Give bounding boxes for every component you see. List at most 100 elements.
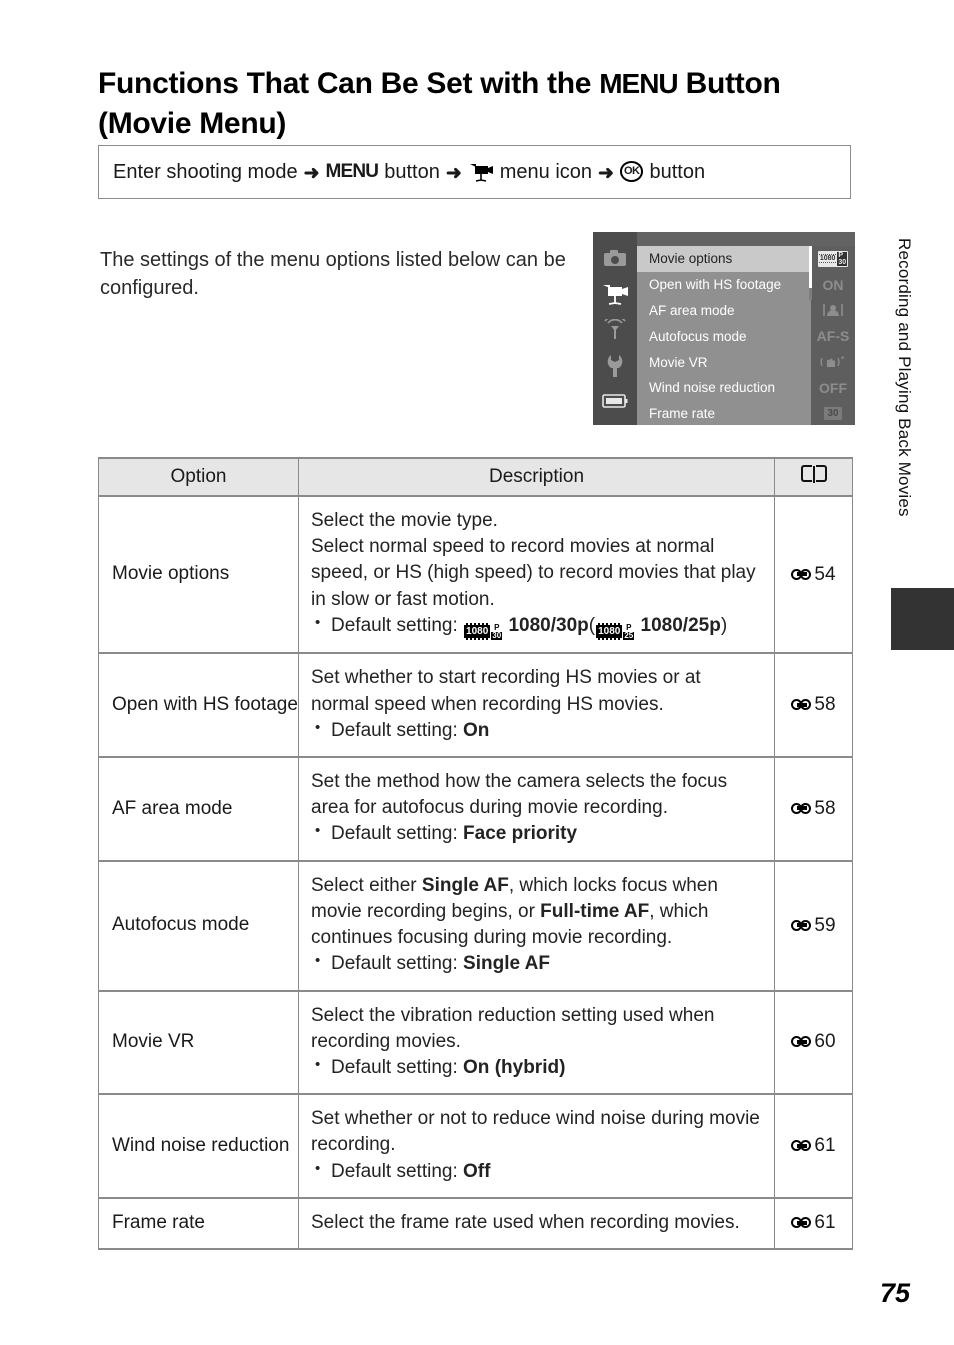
table-row: Open with HS footage Set whether to star…	[98, 652, 853, 759]
option-name: Open with HS footage	[98, 652, 299, 759]
option-description: Set whether to start recording HS movies…	[298, 652, 775, 759]
option-name: Wind noise reduction	[98, 1093, 299, 1199]
description-line: Select the frame rate used when recordin…	[311, 1211, 740, 1233]
reference-mark-icon	[791, 1216, 813, 1229]
svg-text:*: *	[841, 355, 845, 364]
camera-menu-value-frame-rate: 30	[811, 401, 855, 425]
default-setting-label: Default setting:	[331, 1057, 464, 1078]
arrow-right-icon: ➜	[445, 162, 462, 184]
description-line: Select the movie type.	[311, 510, 498, 531]
reference-page: 59	[814, 914, 836, 936]
ok-button-icon: OK	[619, 160, 644, 182]
default-setting-value: 1080/30p	[508, 614, 589, 636]
option-description: Set the method how the camera selects th…	[298, 756, 775, 862]
option-description: Select the vibration reduction setting u…	[298, 989, 775, 1096]
reference-page: 61	[814, 1212, 836, 1234]
menu-path-step2-suffix: button	[384, 160, 440, 183]
reference-cell: 61	[774, 1093, 853, 1199]
table-row: Frame rate Select the frame rate used wh…	[98, 1196, 853, 1251]
description-line: Set the method how the camera selects th…	[311, 771, 728, 819]
camera-menu-item-af-area-mode[interactable]: AF area mode	[637, 298, 811, 324]
default-setting-label: Default setting:	[331, 823, 464, 845]
reference-cell: 58	[774, 652, 853, 759]
movie-camera-icon	[599, 276, 631, 312]
camera-menu-item-label: AF area mode	[649, 302, 735, 318]
camera-menu-list: Movie options Open with HS footage AF ar…	[637, 246, 811, 425]
default-setting-label: Default setting:	[331, 614, 464, 636]
camera-menu-item-label: Movie VR	[649, 354, 708, 370]
camera-menu-item-movie-vr[interactable]: Movie VR	[637, 349, 811, 375]
option-name: AF area mode	[98, 756, 299, 862]
menu-path-step4-suffix: button	[649, 160, 706, 183]
camera-menu-value-movie-vr: *	[811, 349, 855, 375]
table-row: Movie options Select the movie type. Sel…	[98, 494, 853, 655]
arrow-right-icon: ➜	[303, 162, 320, 184]
camera-menu-value-autofocus-mode: AF-S	[816, 328, 850, 345]
reference-mark-icon	[791, 698, 813, 711]
reference-page: 58	[814, 694, 836, 716]
chapter-side-tab-label: Recording and Playing Back Movies	[895, 238, 914, 517]
wrench-icon	[599, 348, 631, 384]
default-setting-line: Default setting: Face priority	[311, 821, 762, 847]
default-setting-label: Default setting:	[331, 1160, 464, 1182]
menu-path-text: Enter shooting mode ➜ MENU button ➜ menu…	[99, 160, 706, 184]
camera-menu-value-open-with-hs-footage: ON	[822, 276, 844, 293]
table-row: Autofocus mode Select either Single AF, …	[98, 859, 853, 992]
option-description: Select either Single AF, which locks foc…	[298, 859, 775, 992]
reference-mark-icon	[791, 1139, 813, 1152]
option-name: Frame rate	[98, 1196, 299, 1251]
reference-mark-icon	[791, 802, 813, 815]
movie-quality-1080-30p-icon: 1080 P 30	[817, 250, 849, 267]
default-setting-value: Single AF	[463, 953, 550, 975]
page-number: 75	[879, 1278, 910, 1308]
camera-menu-item-label: Open with HS footage	[649, 277, 782, 293]
arrow-right-icon: ➜	[598, 162, 614, 184]
description-line: Select the vibration reduction setting u…	[311, 1004, 715, 1052]
default-setting-alt-value: 1080/25p	[640, 614, 721, 636]
default-setting-label: Default setting:	[331, 719, 464, 741]
default-setting-line: Default setting: Single AF	[311, 951, 762, 977]
camera-menu-screenshot: Movie options Open with HS footage AF ar…	[593, 232, 855, 425]
description-line: Select normal speed to record movies at …	[311, 536, 756, 610]
menu-path-step1: Enter shooting mode	[113, 160, 298, 183]
camera-menu-item-label: Frame rate	[649, 406, 716, 422]
camera-menu-scrollbar-track	[809, 288, 812, 300]
wireless-icon	[599, 312, 631, 348]
default-setting-label: Default setting:	[331, 953, 464, 975]
camera-menu-item-open-with-hs-footage[interactable]: Open with HS footage	[637, 272, 811, 298]
face-priority-icon	[823, 304, 843, 317]
table-header-row: Option Description	[98, 457, 853, 497]
table-row: Wind noise reduction Set whether or not …	[98, 1093, 853, 1199]
camera-menu-item-movie-options[interactable]: Movie options	[637, 246, 811, 272]
default-setting-value: On (hybrid)	[463, 1057, 566, 1078]
movie-quality-1080-25p-icon: 1080 P 25	[596, 622, 635, 641]
camera-menu-item-frame-rate[interactable]: Frame rate	[637, 401, 811, 425]
default-setting-value: Off	[463, 1160, 491, 1182]
reference-mark-icon	[791, 568, 813, 581]
options-table: Option Description Movie options Select …	[98, 457, 853, 1251]
reference-cell: 58	[774, 756, 853, 862]
option-description: Select the frame rate used when recordin…	[298, 1196, 775, 1251]
page-title-part1: Functions That Can Be Set with the	[98, 67, 600, 101]
default-setting-line: Default setting: 1080P30 1080/30p(1080P2…	[311, 613, 762, 641]
option-name: Movie options	[98, 494, 299, 655]
menu-button-word: MENU	[325, 161, 379, 182]
table-row: Movie VR Select the vibration reduction …	[98, 989, 853, 1096]
column-header-reference	[774, 457, 853, 497]
default-setting-line: Default setting: Off	[311, 1159, 762, 1185]
movie-camera-icon	[468, 162, 494, 182]
page-title-line2: (Movie Menu)	[98, 106, 287, 140]
menu-button-word: MENU	[599, 68, 678, 100]
reference-cell: 59	[774, 859, 853, 992]
intro-paragraph: The settings of the menu options listed …	[100, 249, 566, 300]
camera-menu-item-label: Movie options	[649, 251, 733, 267]
table-row: AF area mode Set the method how the came…	[98, 756, 853, 862]
menu-path-step3: menu icon	[499, 160, 593, 183]
camera-menu-scrollbar-thumb[interactable]	[809, 246, 812, 288]
default-setting-value: Face priority	[463, 823, 578, 845]
camera-menu-item-wind-noise-reduction[interactable]: Wind noise reduction	[637, 375, 811, 401]
column-header-description: Description	[298, 457, 775, 497]
camera-menu-item-autofocus-mode[interactable]: Autofocus mode	[637, 323, 811, 349]
reference-mark-icon	[791, 1035, 813, 1048]
description-line: Set whether to start recording HS movies…	[311, 667, 701, 715]
